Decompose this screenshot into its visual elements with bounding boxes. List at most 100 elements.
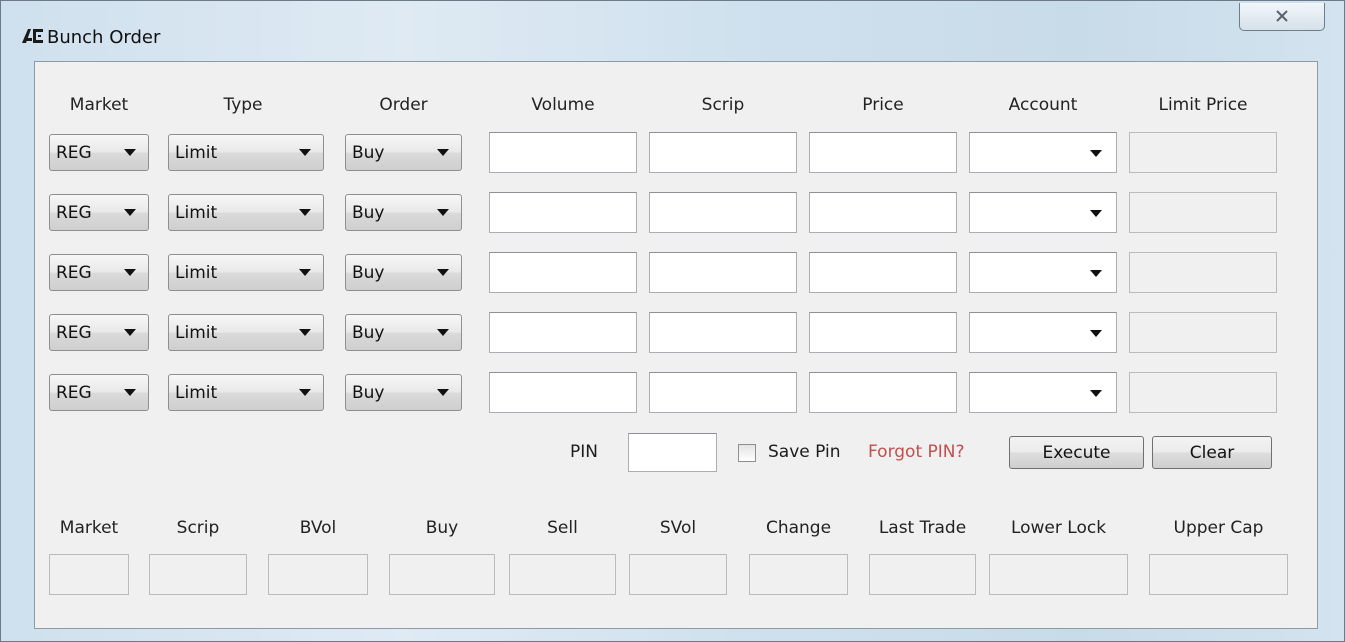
market-value: REG [56,382,92,403]
scrip-input[interactable] [649,132,797,173]
info-field-last-trade [869,554,976,595]
volume-input[interactable] [489,372,637,413]
market-select[interactable]: REG [49,254,149,291]
chevron-down-icon [299,389,311,396]
info-field-buy [389,554,495,595]
chevron-down-icon [437,149,449,156]
header-scrip: Scrip [701,95,745,115]
order-select[interactable]: Buy [345,254,462,291]
chevron-down-icon [437,209,449,216]
account-select[interactable] [969,192,1117,233]
chevron-down-icon [1090,210,1102,217]
limit-price-field [1129,132,1277,173]
volume-input[interactable] [489,132,637,173]
type-value: Limit [175,262,218,283]
forgot-pin-link[interactable]: Forgot PIN? [868,442,965,462]
chevron-down-icon [299,209,311,216]
chevron-down-icon [437,269,449,276]
volume-input[interactable] [489,312,637,353]
info-label-change: Change [765,518,832,538]
chevron-down-icon [299,149,311,156]
order-value: Buy [352,262,385,283]
info-field-scrip [149,554,247,595]
info-label-bvol: BVol [299,518,337,538]
market-value: REG [56,202,92,223]
scrip-input[interactable] [649,372,797,413]
account-select[interactable] [969,312,1117,353]
order-select[interactable]: Buy [345,134,462,171]
chevron-down-icon [1090,390,1102,397]
execute-button[interactable]: Execute [1009,436,1144,469]
type-select[interactable]: Limit [168,254,324,291]
volume-input[interactable] [489,252,637,293]
limit-price-field [1129,252,1277,293]
header-order: Order [379,95,428,115]
header-account: Account [1008,95,1078,115]
type-select[interactable]: Limit [168,194,324,231]
order-select[interactable]: Buy [345,314,462,351]
market-select[interactable]: REG [49,194,149,231]
window-title: Bunch Order [47,27,161,48]
market-select[interactable]: REG [49,314,149,351]
info-field-svol [629,554,727,595]
market-value: REG [56,322,92,343]
account-select[interactable] [969,372,1117,413]
type-select[interactable]: Limit [168,314,324,351]
limit-price-field [1129,372,1277,413]
type-value: Limit [175,382,218,403]
order-value: Buy [352,382,385,403]
price-input[interactable] [809,252,957,293]
info-label-svol: SVol [659,518,697,538]
market-select[interactable]: REG [49,374,149,411]
price-input[interactable] [809,312,957,353]
chevron-down-icon [1090,270,1102,277]
volume-input[interactable] [489,192,637,233]
order-select[interactable]: Buy [345,374,462,411]
title-bar[interactable]: Bunch Order [1,1,1344,49]
chevron-down-icon [124,209,136,216]
header-limit-price: Limit Price [1158,95,1248,115]
chevron-down-icon [1090,150,1102,157]
pin-input[interactable] [628,433,717,472]
header-volume: Volume [531,95,595,115]
clear-button[interactable]: Clear [1152,436,1272,469]
order-value: Buy [352,142,385,163]
header-price: Price [862,95,904,115]
chevron-down-icon [299,329,311,336]
info-label-buy: Buy [425,518,459,538]
market-value: REG [56,142,92,163]
scrip-input[interactable] [649,312,797,353]
order-select[interactable]: Buy [345,194,462,231]
close-button[interactable] [1239,3,1325,31]
price-input[interactable] [809,132,957,173]
price-input[interactable] [809,372,957,413]
limit-price-field [1129,312,1277,353]
info-label-lower-lock: Lower Lock [1010,518,1107,538]
info-field-sell [509,554,616,595]
pin-label: PIN [570,442,598,462]
info-field-lower-lock [989,554,1128,595]
chevron-down-icon [1090,330,1102,337]
account-select[interactable] [969,252,1117,293]
type-value: Limit [175,202,218,223]
info-label-market: Market [59,518,119,538]
account-select[interactable] [969,132,1117,173]
price-input[interactable] [809,192,957,233]
info-label-scrip: Scrip [176,518,220,538]
chevron-down-icon [124,149,136,156]
type-select[interactable]: Limit [168,374,324,411]
info-label-last-trade: Last Trade [878,518,967,538]
type-select[interactable]: Limit [168,134,324,171]
header-type: Type [223,95,263,115]
order-value: Buy [352,322,385,343]
market-select[interactable]: REG [49,134,149,171]
scrip-input[interactable] [649,192,797,233]
info-field-bvol [268,554,368,595]
save-pin-checkbox[interactable] [738,444,756,462]
scrip-input[interactable] [649,252,797,293]
header-market: Market [69,95,129,115]
info-field-change [749,554,848,595]
info-label-sell: Sell [547,518,578,538]
info-field-market [49,554,129,595]
save-pin-label: Save Pin [768,442,841,462]
